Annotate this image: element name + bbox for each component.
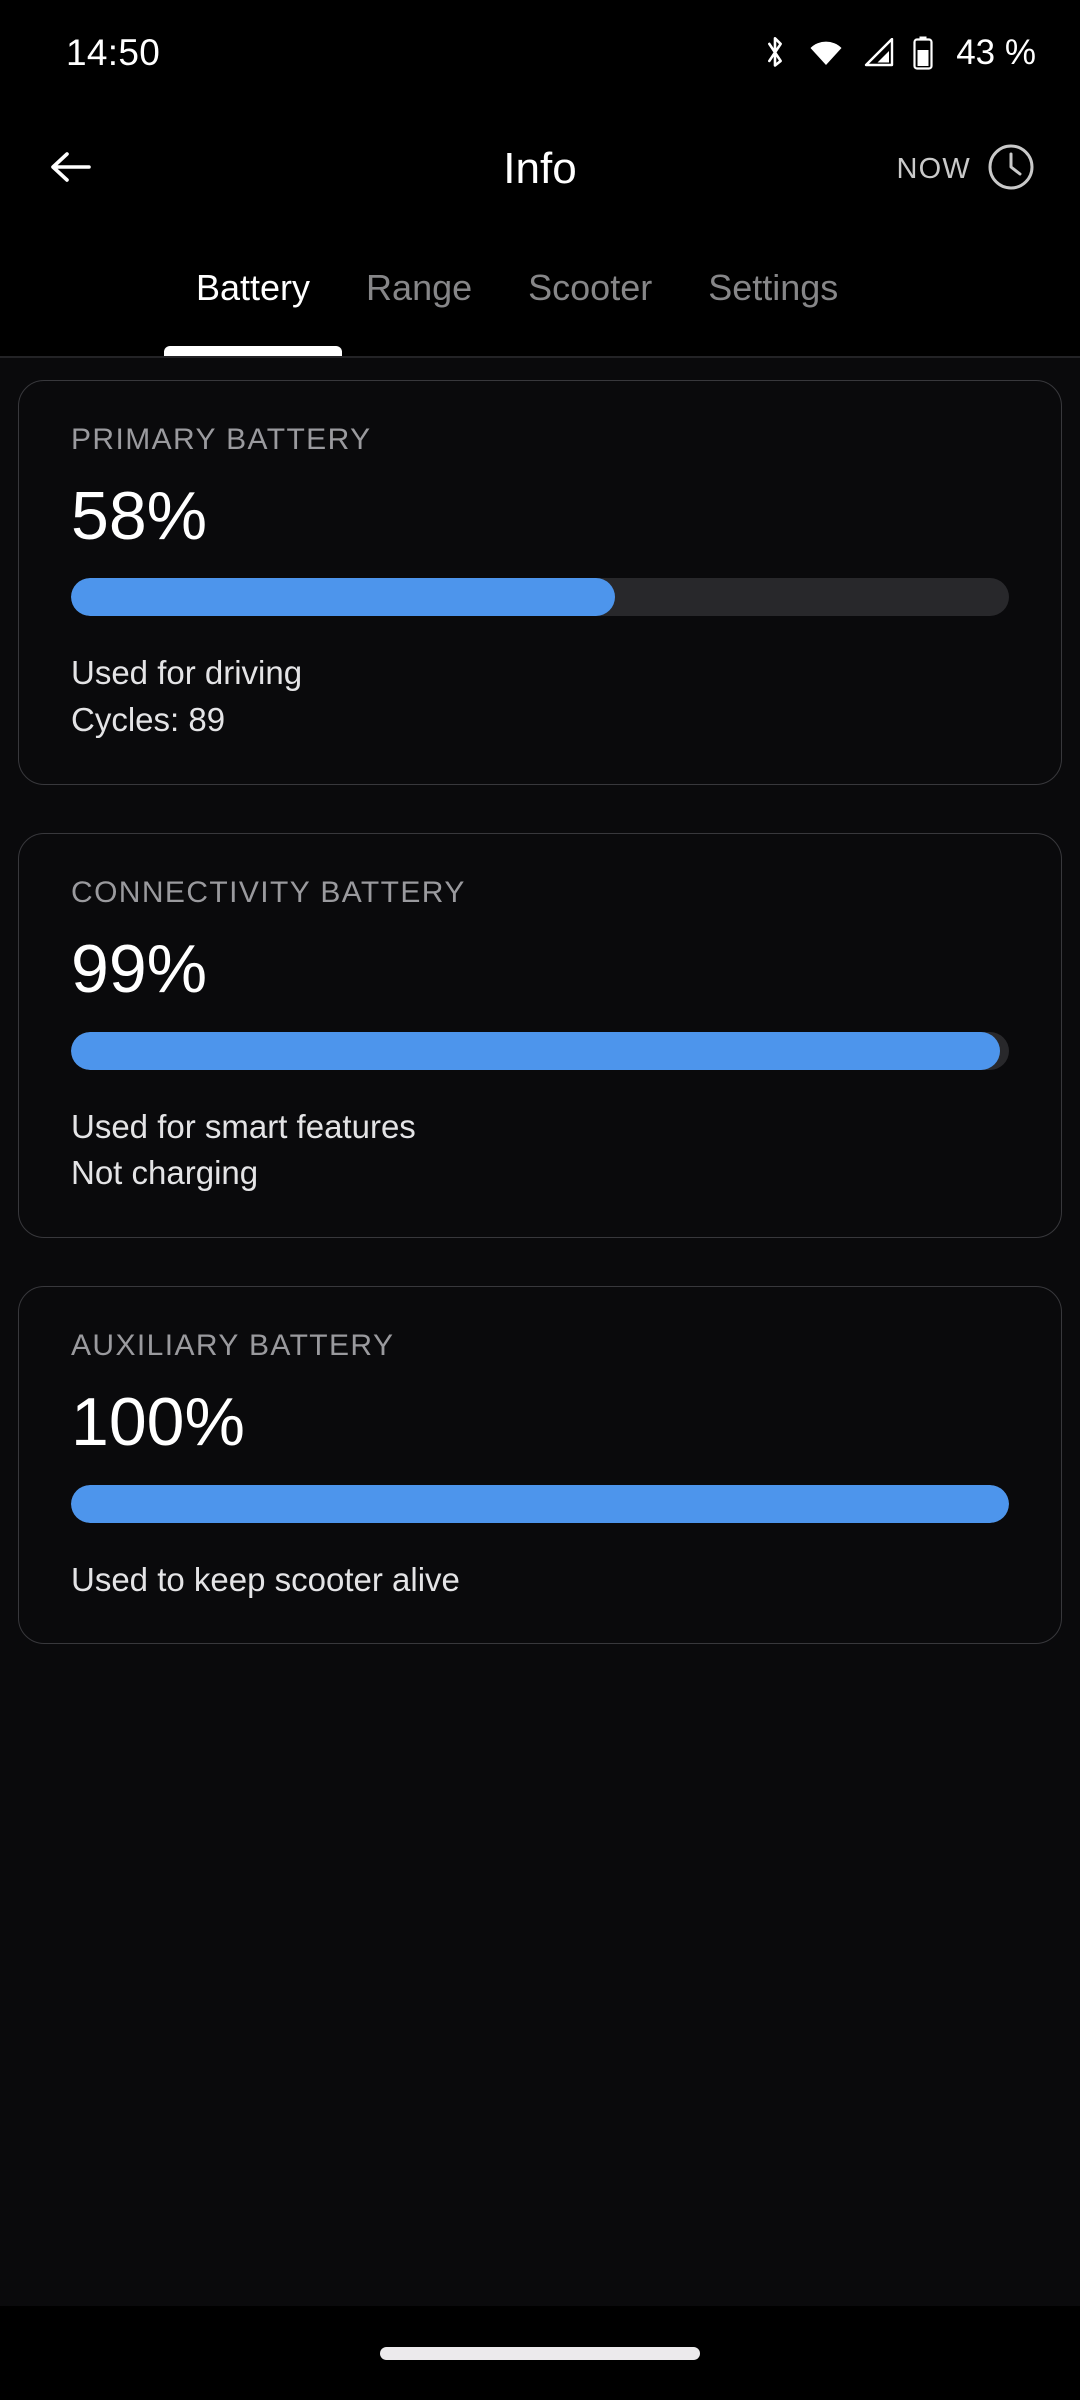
status-bar-clock: 14:50: [66, 31, 161, 73]
card-note-primary: Used for driving: [71, 654, 303, 692]
card-note-secondary: Not charging: [71, 1154, 259, 1192]
tab-battery-label: Battery: [196, 267, 311, 308]
now-button[interactable]: NOW: [897, 142, 1036, 197]
back-arrow-icon: [48, 147, 94, 192]
tab-range[interactable]: Range: [338, 233, 500, 356]
battery-percent-value: 100%: [71, 1384, 245, 1461]
primary-battery-card[interactable]: PRIMARY BATTERY 58% Used for driving Cyc…: [18, 380, 1062, 786]
back-button[interactable]: [38, 136, 104, 202]
card-note-secondary: Cycles: 89: [71, 701, 226, 739]
tab-battery[interactable]: Battery: [163, 233, 343, 356]
battery-progress-bar: [71, 578, 1009, 617]
tab-settings[interactable]: Settings: [680, 233, 866, 356]
card-title: PRIMARY BATTERY: [71, 423, 372, 456]
battery-progress-fill: [71, 578, 616, 617]
card-title: CONNECTIVITY BATTERY: [71, 876, 466, 910]
battery-percent-value: 99%: [71, 931, 208, 1008]
app-bar: Info NOW: [0, 105, 1080, 233]
tab-settings-label: Settings: [708, 267, 839, 308]
wifi-icon: [808, 38, 844, 67]
battery-progress-fill: [71, 1484, 1009, 1523]
system-navigation-bar: [0, 2306, 1080, 2400]
status-bar: 14:50 43 %: [0, 0, 1080, 105]
tab-range-label: Range: [366, 267, 473, 308]
clock-icon: [986, 142, 1036, 197]
now-label: NOW: [896, 152, 971, 185]
battery-progress-fill: [71, 1031, 1000, 1070]
battery-tab-content: PRIMARY BATTERY 58% Used for driving Cyc…: [0, 358, 1080, 2306]
bluetooth-icon: [761, 36, 789, 70]
cellular-signal-icon: [863, 38, 894, 67]
battery-icon: [913, 36, 933, 70]
card-note-primary: Used to keep scooter alive: [71, 1560, 460, 1598]
battery-progress-bar: [71, 1031, 1009, 1070]
status-bar-icons: 43 %: [761, 33, 1036, 73]
card-title: AUXILIARY BATTERY: [71, 1329, 395, 1363]
tab-scooter-label: Scooter: [528, 267, 653, 308]
phone-screen: 14:50 43 % Info NOW Battery Range Scoote…: [0, 0, 1080, 2400]
tab-bar: Battery Range Scooter Settings: [0, 233, 1080, 358]
tab-scooter[interactable]: Scooter: [500, 233, 680, 356]
auxiliary-battery-card[interactable]: AUXILIARY BATTERY 100% Used to keep scoo…: [18, 1286, 1062, 1645]
home-gesture-pill[interactable]: [380, 2346, 700, 2360]
battery-percent-value: 58%: [71, 478, 208, 554]
status-bar-battery-percent: 43 %: [956, 32, 1036, 72]
battery-progress-bar: [71, 1484, 1009, 1523]
connectivity-battery-card[interactable]: CONNECTIVITY BATTERY 99% Used for smart …: [18, 833, 1062, 1239]
card-note-primary: Used for smart features: [71, 1107, 416, 1145]
